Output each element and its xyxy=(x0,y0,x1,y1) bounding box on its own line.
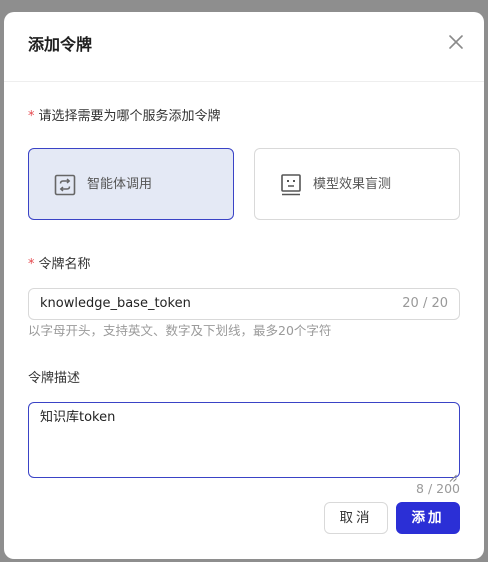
name-label: * 令牌名称 xyxy=(28,256,91,274)
cancel-button[interactable]: 取消 xyxy=(324,502,388,534)
service-option-agent-call[interactable]: 智能体调用 xyxy=(28,148,234,220)
service-option-blind-test[interactable]: 模型效果盲测 xyxy=(254,148,460,220)
token-name-value: knowledge_base_token xyxy=(40,296,191,311)
description-counter: 8 / 200 xyxy=(416,481,460,496)
token-name-hint: 以字母开头，支持英文、数字及下划线，最多20个字符 xyxy=(28,323,332,338)
description-label: 令牌描述 xyxy=(28,371,81,386)
close-icon[interactable] xyxy=(446,32,466,52)
token-name-counter: 20 / 20 xyxy=(402,296,448,311)
required-mark: * xyxy=(28,109,35,124)
token-name-input[interactable]: knowledge_base_token 20 / 20 xyxy=(28,288,460,320)
refresh-arrows-icon xyxy=(53,173,77,197)
token-description-value: 知识库token xyxy=(40,410,116,425)
service-label: * 请选择需要为哪个服务添加令牌 xyxy=(28,108,221,126)
service-option-label: 智能体调用 xyxy=(87,177,153,192)
service-label-text: 请选择需要为哪个服务添加令牌 xyxy=(38,109,221,124)
add-button[interactable]: 添加 xyxy=(396,502,460,534)
name-label-text: 令牌名称 xyxy=(38,257,91,272)
dialog-title: 添加令牌 xyxy=(28,35,93,54)
robot-face-icon xyxy=(279,173,303,197)
required-mark: * xyxy=(28,257,35,272)
resize-handle-icon[interactable] xyxy=(449,467,457,482)
service-option-label: 模型效果盲测 xyxy=(313,177,392,192)
dialog-header: 添加令牌 xyxy=(4,12,484,82)
token-description-textarea[interactable]: 知识库token xyxy=(28,402,460,482)
add-token-dialog: 添加令牌 * 请选择需要为哪个服务添加令牌 智能体调用 模型效果盲测 * 令牌名… xyxy=(4,12,484,559)
